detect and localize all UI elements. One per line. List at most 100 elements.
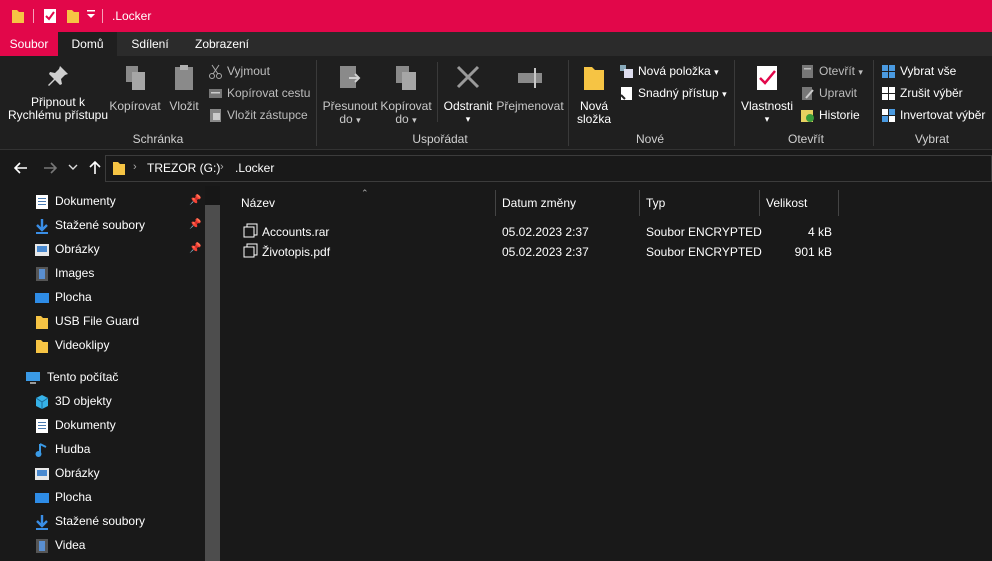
pin-icon [46, 64, 70, 88]
tab-view[interactable]: Zobrazení [183, 32, 261, 56]
tab-home[interactable]: Domů [58, 32, 117, 56]
3d-objects-icon [34, 394, 50, 410]
back-arrow-icon[interactable] [14, 161, 28, 175]
pin-icon: 📌 [189, 219, 202, 230]
desktop-icon [34, 290, 50, 306]
nav-scrollbar-thumb[interactable] [205, 205, 220, 561]
tab-share[interactable]: Sdílení [117, 32, 183, 56]
select-all-button[interactable]: Vybrat vše [881, 62, 956, 80]
breadcrumb-current-folder[interactable]: .Locker [235, 161, 274, 175]
customize-dropdown-icon[interactable] [87, 10, 95, 20]
desktop-icon [34, 490, 50, 506]
delete-x-icon [455, 64, 481, 92]
film-icon [34, 538, 50, 554]
new-folder-button[interactable]: Nová složka [572, 64, 616, 126]
window-title: .Locker [112, 9, 152, 23]
file-modified: 05.02.2023 2:37 [502, 225, 589, 239]
rename-button[interactable]: Přejmenovat [496, 64, 564, 113]
folder-icon [34, 338, 50, 354]
copy-to-button[interactable]: Kopírovat do ▾ [378, 64, 434, 127]
breadcrumb-separator: › [133, 161, 137, 173]
file-modified: 05.02.2023 2:37 [502, 245, 589, 259]
up-arrow-icon[interactable] [88, 160, 102, 175]
file-type: Soubor ENCRYPTED [646, 225, 762, 239]
file-name: Životopis.pdf [262, 245, 331, 259]
folder-icon [112, 160, 126, 176]
easy-access-icon [619, 86, 634, 101]
scissors-icon [208, 64, 223, 80]
history-button[interactable]: Historie [800, 106, 860, 124]
copy-to-icon [393, 64, 419, 92]
open-button[interactable]: Otevřít ▾ [800, 62, 863, 80]
select-none-button[interactable]: Zrušit výběr [881, 84, 963, 102]
column-header-type[interactable]: Typ [646, 196, 665, 210]
cut-button[interactable]: Vyjmout [208, 62, 270, 80]
nav-item-this-pc[interactable]: Tento počítač [0, 366, 205, 390]
properties-button[interactable]: Vlastnosti ▾ [738, 64, 796, 126]
recent-locations-chevron-icon[interactable] [68, 164, 78, 172]
nav-item-documents[interactable]: Dokumenty 📌 [0, 190, 205, 214]
nav-item-pictures-pc[interactable]: Obrázky [0, 462, 205, 486]
nav-item-documents-pc[interactable]: Dokumenty [0, 414, 205, 438]
group-label-clipboard: Schránka [132, 132, 184, 146]
edit-button[interactable]: Upravit [800, 84, 857, 102]
nav-item-images[interactable]: Images [0, 262, 205, 286]
pin-icon: 📌 [189, 243, 202, 254]
downloads-icon [34, 514, 50, 530]
breadcrumb-separator: › [220, 161, 224, 173]
forward-arrow-icon[interactable] [43, 161, 57, 175]
column-header-size[interactable]: Velikost [766, 196, 807, 210]
history-icon [800, 108, 815, 123]
documents-icon [34, 194, 50, 210]
encrypted-file-icon [243, 243, 258, 258]
new-item-icon [619, 64, 634, 79]
delete-button[interactable]: Odstranit ▾ [440, 64, 496, 126]
nav-item-desktop[interactable]: Plocha [0, 286, 205, 310]
ribbon: Připnout k Rychlému přístupu Kopírovat V… [0, 56, 992, 150]
new-item-button[interactable]: Nová položka ▾ [619, 62, 719, 80]
folder-icon [582, 64, 606, 92]
file-size: 901 kB [794, 245, 832, 259]
film-icon [34, 266, 50, 282]
column-header-date[interactable]: Datum změny [502, 196, 576, 210]
nav-item-videos[interactable]: Videa [0, 534, 205, 558]
new-folder-icon[interactable] [66, 8, 80, 24]
nav-item-usb-file-guard[interactable]: USB File Guard [0, 310, 205, 334]
open-icon [800, 64, 815, 79]
sort-arrow-icon: ⌃ [361, 188, 369, 198]
nav-item-desktop-pc[interactable]: Plocha [0, 486, 205, 510]
breadcrumb-drive[interactable]: TREZOR (G:) [147, 161, 220, 175]
easy-access-button[interactable]: Snadný přístup ▾ [619, 84, 727, 102]
file-list [220, 186, 992, 561]
nav-item-3d-objects[interactable]: 3D objekty [0, 390, 205, 414]
nav-item-music[interactable]: Hudba [0, 438, 205, 462]
group-label-select: Vybrat [914, 132, 950, 146]
pin-quick-access-button[interactable]: Připnout k Rychlému přístupu [6, 64, 110, 122]
column-header-name[interactable]: Název [241, 196, 275, 210]
invert-selection-button[interactable]: Invertovat výběr [881, 106, 985, 124]
nav-item-downloads[interactable]: Stažené soubory 📌 [0, 214, 205, 238]
nav-item-pictures[interactable]: Obrázky 📌 [0, 238, 205, 262]
move-to-button[interactable]: Přesunout do ▾ [320, 64, 380, 127]
tab-file[interactable]: Soubor [0, 32, 58, 56]
group-label-open: Otevřít [787, 132, 824, 146]
select-all-icon [881, 64, 896, 79]
nav-item-videoklipy[interactable]: Videoklipy [0, 334, 205, 358]
paste-shortcut-button[interactable]: Vložit zástupce [208, 106, 308, 124]
properties-icon[interactable] [43, 8, 57, 24]
move-to-icon [337, 64, 363, 92]
copy-path-button[interactable]: Kopírovat cestu [208, 84, 310, 102]
ribbon-tabs: Soubor Domů Sdílení Zobrazení [0, 32, 992, 56]
select-none-icon [881, 86, 896, 101]
navigation-pane: Dokumenty 📌 Stažené soubory 📌 Obrázky 📌 … [0, 186, 220, 561]
copy-button[interactable]: Kopírovat [108, 64, 162, 113]
file-name: Accounts.rar [262, 225, 330, 239]
nav-item-downloads-pc[interactable]: Stažené soubory [0, 510, 205, 534]
clipboard-icon [172, 64, 196, 92]
encrypted-file-icon [243, 223, 258, 238]
file-type: Soubor ENCRYPTED [646, 245, 762, 259]
paste-button[interactable]: Vložit [164, 64, 204, 113]
edit-pencil-icon [800, 86, 815, 101]
paste-shortcut-icon [208, 108, 223, 123]
properties-check-icon [755, 64, 779, 92]
